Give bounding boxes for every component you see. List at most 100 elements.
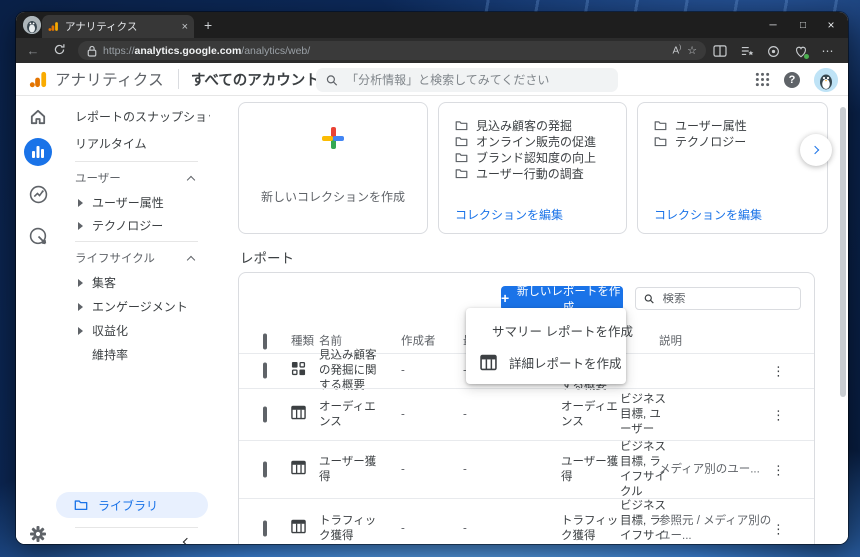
essentials-status-dot <box>804 53 809 59</box>
sidebar-item-acquisition[interactable]: 集客 <box>60 271 210 295</box>
user-avatar[interactable] <box>814 67 838 92</box>
menu-item-detail-report[interactable]: 詳細レポートを作成 <box>466 346 626 378</box>
lock-icon <box>87 45 97 57</box>
ga-favicon <box>48 22 58 31</box>
collections-icon[interactable] <box>733 44 760 58</box>
folder-icon <box>654 120 667 130</box>
collection-card-user: ユーザー属性 テクノロジー コレクションを編集 <box>637 102 828 234</box>
expand-arrow-icon <box>78 279 83 287</box>
row-checkbox[interactable] <box>263 362 267 379</box>
create-collection-card[interactable]: 新しいコレクションを作成 <box>238 102 428 234</box>
collection-item[interactable]: ユーザー行動の調査 <box>439 165 622 181</box>
favorite-star-icon[interactable]: ☆ <box>687 44 697 57</box>
search-icon <box>644 293 654 303</box>
report-name: 見込み顧客の発掘に関する概要 <box>319 349 377 392</box>
reports-section-title: レポート <box>240 251 294 266</box>
reload-button[interactable] <box>46 43 72 59</box>
sidebar-section-lifecycle[interactable]: ライフサイクル <box>60 247 210 271</box>
rail-advertising-icon[interactable] <box>23 221 53 251</box>
table-row[interactable]: トラフィック獲得 - - トラフィック獲得 ビジネス目標, ライフサイク 参照元… <box>239 498 814 544</box>
browser-profile-avatar[interactable] <box>23 16 41 34</box>
ga-logo <box>29 71 47 87</box>
col-type: 種類 <box>291 335 314 347</box>
collapse-up-icon <box>186 175 196 185</box>
rail-reports-icon[interactable] <box>23 137 53 167</box>
collection-item[interactable]: オンライン販売の促進 <box>439 133 622 149</box>
help-icon[interactable]: ? <box>784 71 800 88</box>
browser-titlebar: アナリティクス × + ─ □ × <box>16 12 848 38</box>
report-search-box[interactable] <box>635 287 801 310</box>
window-maximize-button[interactable]: □ <box>788 12 818 38</box>
page-scrollbar[interactable] <box>838 97 847 544</box>
window-close-button[interactable]: × <box>816 12 846 38</box>
back-button[interactable]: ← <box>20 43 46 58</box>
browser-tab-analytics[interactable]: アナリティクス × <box>42 15 194 38</box>
admin-gear-icon[interactable] <box>23 519 53 544</box>
sidebar-item-user-attributes[interactable]: ユーザー属性 <box>60 191 210 215</box>
summary-report-icon <box>291 361 306 381</box>
row-checkbox[interactable] <box>263 406 267 422</box>
sidebar-item-technology[interactable]: テクノロジー <box>60 214 210 238</box>
collection-item[interactable]: 見込み顧客の発掘 <box>439 117 622 133</box>
browser-more-icon[interactable]: ⋯ <box>814 44 841 58</box>
reload-icon <box>54 43 64 54</box>
rail-home-icon[interactable] <box>23 102 53 132</box>
report-template: オーディエンス <box>561 400 618 428</box>
ga-search-input[interactable] <box>346 73 608 87</box>
avatar-penguin-icon <box>814 67 838 92</box>
detail-report-icon <box>480 354 497 370</box>
collection-item[interactable]: ユーザー属性 <box>638 117 823 133</box>
sidebar-item-engagement[interactable]: エンゲージメント <box>60 295 210 319</box>
sidebar-item-snapshot[interactable]: レポートのスナップショット <box>60 105 210 129</box>
extensions-icon[interactable] <box>760 43 787 57</box>
report-name: オーディエンス <box>319 400 376 428</box>
sidebar-item-library[interactable]: ライブラリ <box>56 492 208 518</box>
row-menu-icon[interactable]: ⋮ <box>772 462 785 477</box>
edit-collection-link[interactable]: コレクションを編集 <box>654 206 762 223</box>
scrollbar-thumb[interactable] <box>840 107 846 397</box>
browser-essentials-icon[interactable] <box>787 43 814 59</box>
sidebar-item-retention[interactable]: 維持率 <box>60 343 210 367</box>
new-tab-button[interactable]: + <box>204 17 212 33</box>
row-checkbox[interactable] <box>263 461 267 477</box>
rail-explore-icon[interactable] <box>23 179 53 209</box>
sidebar-item-monetization[interactable]: 収益化 <box>60 319 210 343</box>
expand-arrow-icon <box>78 303 83 311</box>
report-creator: - <box>401 408 405 420</box>
row-menu-icon[interactable]: ⋮ <box>772 364 785 379</box>
apps-grid-icon[interactable] <box>755 72 770 87</box>
report-name: ユーザー獲得 <box>319 455 377 483</box>
select-all-checkbox[interactable] <box>263 333 267 349</box>
collection-item[interactable]: テクノロジー <box>638 133 823 149</box>
browser-window: アナリティクス × + ─ □ × ← https://analytics.go… <box>16 12 848 544</box>
row-checkbox[interactable] <box>263 520 267 536</box>
edit-collection-link[interactable]: コレクションを編集 <box>455 206 563 223</box>
tab-title: アナリティクス <box>65 21 138 33</box>
row-menu-icon[interactable]: ⋮ <box>772 521 785 536</box>
report-template: ユーザー獲得 <box>561 455 619 483</box>
report-description: 参照元 / メディア別のユー... <box>659 514 772 542</box>
table-row[interactable]: オーディエンス - - オーディエンス ビジネス目標, ユーザー ⋮ <box>239 388 814 440</box>
report-creator: - <box>401 364 405 377</box>
header-divider <box>177 69 179 89</box>
sidebar-collapse-button[interactable] <box>178 533 196 544</box>
report-search-input[interactable] <box>662 292 792 305</box>
row-menu-icon[interactable]: ⋮ <box>772 407 785 422</box>
collection-item[interactable]: ブランド認知度の向上 <box>439 149 622 165</box>
carousel-next-button[interactable] <box>800 134 832 166</box>
ga-search-bar[interactable] <box>316 68 618 92</box>
menu-item-summary-report[interactable]: サマリー レポートを作成 <box>466 314 633 346</box>
expand-arrow-icon <box>78 222 83 230</box>
address-bar[interactable]: https://analytics.google.com/analytics/w… <box>78 41 706 60</box>
url-text: https://analytics.google.com/analytics/w… <box>103 44 311 57</box>
read-aloud-icon[interactable]: A) <box>672 45 681 56</box>
window-minimize-button[interactable]: ─ <box>758 12 788 38</box>
table-row[interactable]: ユーザー獲得 - - ユーザー獲得 ビジネス目標, ライフサイクル メディア別の… <box>239 440 814 498</box>
sidebar-item-realtime[interactable]: リアルタイム <box>60 132 210 156</box>
account-switcher[interactable]: すべてのアカウント <box>191 69 320 90</box>
report-updated: - <box>463 463 467 475</box>
detail-report-icon <box>291 519 306 539</box>
tab-close-icon[interactable]: × <box>182 21 188 33</box>
split-screen-icon[interactable] <box>706 44 733 58</box>
sidebar-section-user[interactable]: ユーザー <box>60 167 210 191</box>
